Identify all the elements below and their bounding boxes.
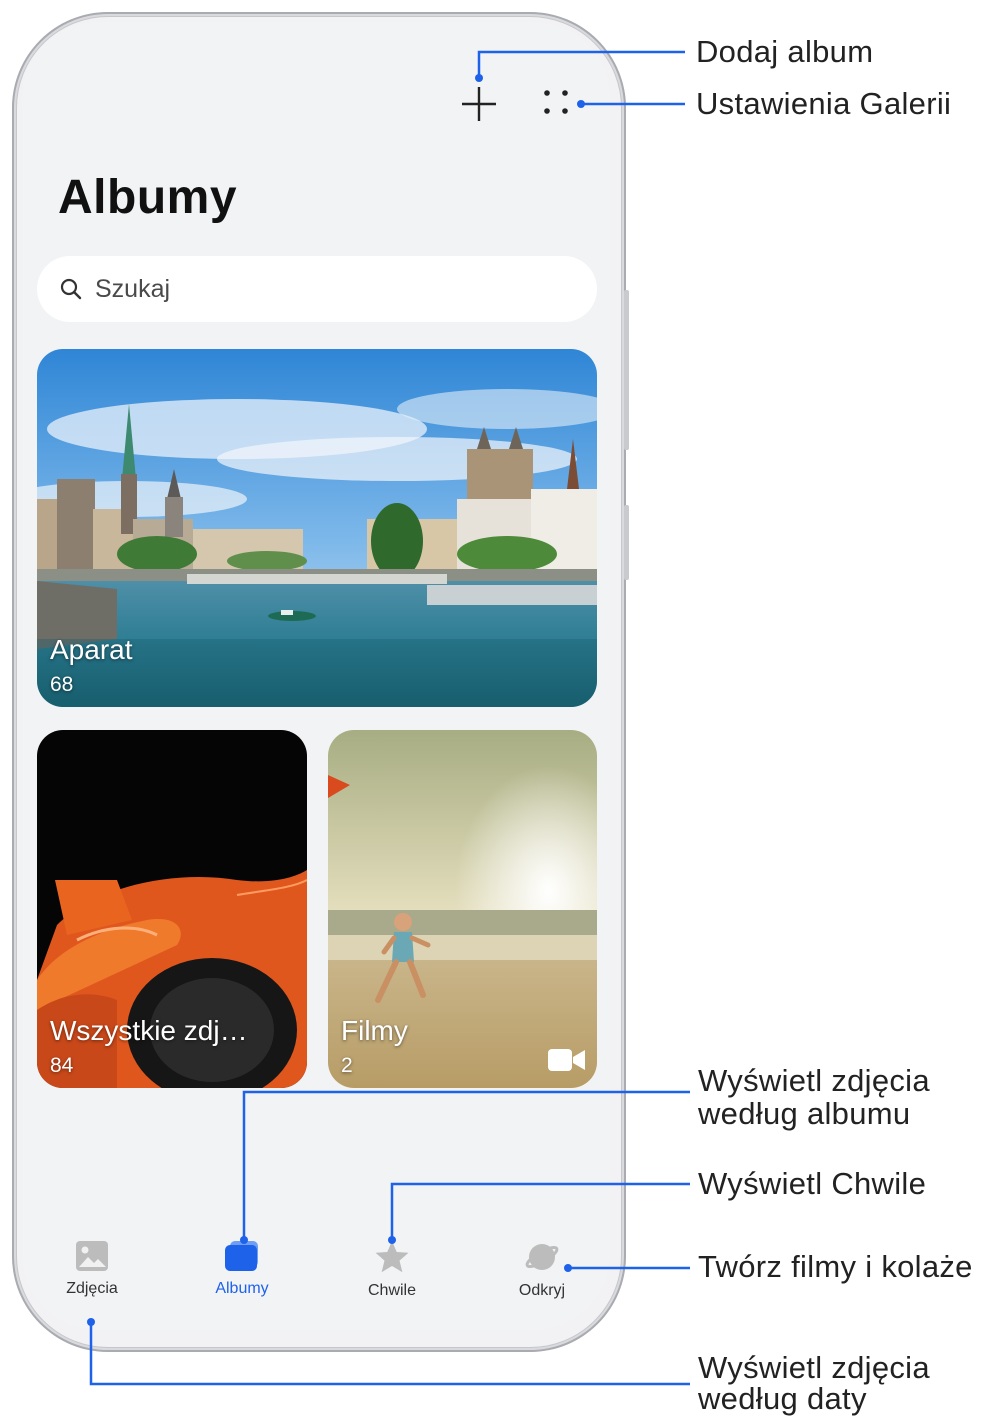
callout-view-moments: Wyświetl Chwile — [698, 1166, 927, 1201]
callout-view-by-album-line2: według albumu — [698, 1096, 911, 1131]
callout-view-by-date-line2: według daty — [698, 1381, 867, 1416]
callout-lines — [87, 50, 690, 1386]
callout-gallery-settings: Ustawienia Galerii — [696, 86, 952, 121]
callout-view-by-album-line1: Wyświetl zdjęcia — [698, 1063, 930, 1098]
callout-create: Twórz filmy i kolaże — [698, 1249, 973, 1284]
callout-view-by-date-line1: Wyświetl zdjęcia — [698, 1350, 930, 1385]
callout-add-album: Dodaj album — [696, 34, 874, 69]
